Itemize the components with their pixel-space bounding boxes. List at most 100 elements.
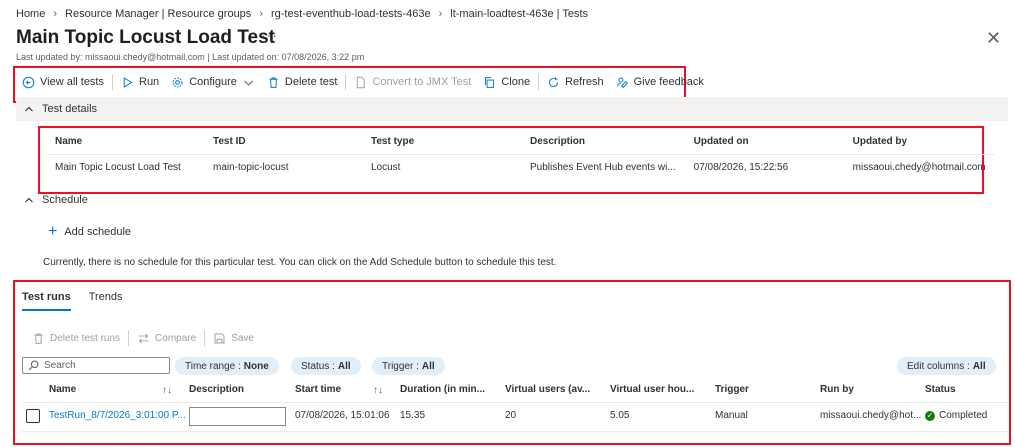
delete-test-button[interactable]: Delete test (261, 70, 344, 94)
cell-name: Main Topic Locust Load Test (55, 161, 181, 173)
cell-duration: 15.35 (400, 410, 426, 421)
search-input[interactable]: Search (22, 357, 170, 374)
toolbar-divider (538, 74, 540, 90)
cell-description: Publishes Event Hub events wi... (530, 161, 676, 173)
column-header-virtual-users: Virtual users (av... (505, 384, 591, 395)
schedule-label: Schedule (42, 194, 88, 206)
chevron-right-icon: › (53, 8, 58, 20)
convert-to-jmx-button[interactable]: Convert to JMX Test (348, 70, 477, 94)
convert-to-jmx-label: Convert to JMX Test (372, 76, 472, 88)
compare-button[interactable]: Compare (131, 326, 202, 350)
toolbar-divider (345, 74, 347, 90)
chevron-down-icon (242, 76, 255, 89)
tab-test-runs[interactable]: Test runs (22, 291, 71, 311)
schedule-empty-message: Currently, there is no schedule for this… (43, 257, 557, 268)
checkmark-icon: ✓ (925, 410, 935, 421)
tab-trends[interactable]: Trends (89, 291, 123, 311)
cell-start-time: 07/08/2026, 15:01:06 (295, 410, 390, 421)
search-placeholder: Search (44, 360, 76, 371)
row-select-checkbox[interactable] (26, 409, 40, 423)
time-range-filter[interactable]: Time range : None (175, 357, 279, 375)
trash-icon (267, 76, 280, 89)
column-header-run-name[interactable]: Name (49, 384, 76, 395)
give-feedback-label: Give feedback (633, 76, 704, 88)
cell-updated-by: missaoui.chedy@hotmail.com (852, 161, 986, 173)
copy-icon (483, 76, 496, 89)
trash-icon (32, 332, 45, 345)
play-icon (121, 76, 134, 89)
runs-command-bar: Delete test runs Compare Save (26, 326, 260, 350)
run-button[interactable]: Run (115, 70, 165, 94)
column-header-description: Description (521, 130, 685, 155)
give-feedback-button[interactable]: Give feedback (610, 70, 710, 94)
test-details-table: Name Test ID Test type Description Updat… (46, 130, 995, 180)
schedule-section-header[interactable]: Schedule (24, 194, 88, 206)
refresh-button[interactable]: Refresh (541, 70, 610, 94)
run-description-input[interactable] (189, 407, 286, 426)
more-options-icon[interactable]: ··· (261, 27, 278, 43)
sort-icon[interactable]: ↑↓ (373, 385, 383, 396)
cell-trigger: Manual (715, 410, 748, 421)
table-header-row: Name Test ID Test type Description Updat… (46, 130, 995, 155)
edit-columns-filter[interactable]: Edit columns : All (897, 357, 996, 375)
compare-label: Compare (155, 332, 197, 344)
edit-columns-value: All (972, 360, 986, 372)
column-header-updated-by: Updated by (843, 130, 995, 155)
sort-icon[interactable]: ↑↓ (162, 385, 172, 396)
cell-updated-on: 07/08/2026, 15:22:56 (693, 161, 789, 173)
status-filter[interactable]: Status : All (291, 357, 361, 375)
cell-test-id: main-topic-locust (213, 161, 289, 173)
save-icon (213, 332, 226, 345)
edit-columns-label: Edit columns : (907, 360, 970, 372)
column-header-duration: Duration (in min... (400, 384, 485, 395)
status-text: Completed (939, 410, 988, 421)
configure-button[interactable]: Configure (165, 70, 261, 94)
breadcrumb-load-test-tests[interactable]: lt-main-loadtest-463e | Tests (450, 8, 588, 20)
configure-label: Configure (189, 76, 237, 88)
refresh-icon (547, 76, 560, 89)
chevron-up-icon (24, 104, 34, 114)
feedback-icon (616, 76, 629, 89)
column-header-test-type: Test type (362, 130, 521, 155)
column-header-status: Status (925, 384, 956, 395)
breadcrumb-home[interactable]: Home (16, 8, 45, 20)
add-schedule-button[interactable]: + Add schedule (48, 224, 132, 240)
add-schedule-label: Add schedule (64, 226, 132, 238)
test-run-link[interactable]: TestRun_8/7/2026_3:01:00 P... (49, 410, 186, 421)
cell-run-by: missaoui.chedy@hot... (820, 410, 922, 421)
clone-label: Clone (501, 76, 531, 88)
test-details-section-header[interactable]: Test details (16, 97, 1008, 121)
view-all-tests-button[interactable]: View all tests (16, 70, 110, 94)
column-header-start-time[interactable]: Start time (295, 384, 341, 395)
page-title: Main Topic Locust Load Test (16, 27, 275, 48)
column-header-run-by: Run by (820, 384, 854, 395)
runs-tab-list: Test runs Trends (22, 291, 123, 311)
save-button[interactable]: Save (207, 326, 260, 350)
trigger-filter[interactable]: Trigger : All (372, 357, 445, 375)
cell-virtual-users: 20 (505, 410, 517, 421)
arrow-circle-left-icon (22, 76, 35, 89)
trigger-filter-value: All (421, 360, 435, 372)
cell-virtual-user-hours: 5.05 (610, 410, 630, 421)
clone-button[interactable]: Clone (477, 70, 536, 94)
delete-test-runs-label: Delete test runs (50, 332, 121, 344)
chevron-right-icon: › (259, 8, 263, 20)
cell-test-type: Locust (371, 161, 401, 173)
breadcrumb-resource-groups[interactable]: Resource Manager | Resource groups (65, 8, 251, 20)
column-header-updated-on: Updated on (684, 130, 844, 155)
status-badge: ✓ Completed (925, 410, 987, 421)
trigger-filter-label: Trigger : (382, 360, 419, 372)
command-bar: View all tests Run Configure Delete test… (16, 70, 710, 94)
close-icon[interactable]: ✕ (986, 28, 1001, 49)
time-range-filter-value: None (243, 360, 269, 372)
column-header-virtual-user-hours: Virtual user hou... (610, 384, 695, 395)
delete-test-runs-button[interactable]: Delete test runs (26, 326, 126, 350)
breadcrumb-resource-group[interactable]: rg-test-eventhub-load-tests-463e (271, 8, 431, 20)
run-label: Run (139, 76, 160, 88)
view-all-tests-label: View all tests (40, 76, 104, 88)
status-filter-label: Status : (301, 360, 335, 372)
toolbar-divider (112, 74, 113, 90)
document-icon (354, 76, 367, 89)
column-header-run-description: Description (189, 384, 245, 395)
table-row: Main Topic Locust Load Test main-topic-l… (46, 154, 995, 180)
